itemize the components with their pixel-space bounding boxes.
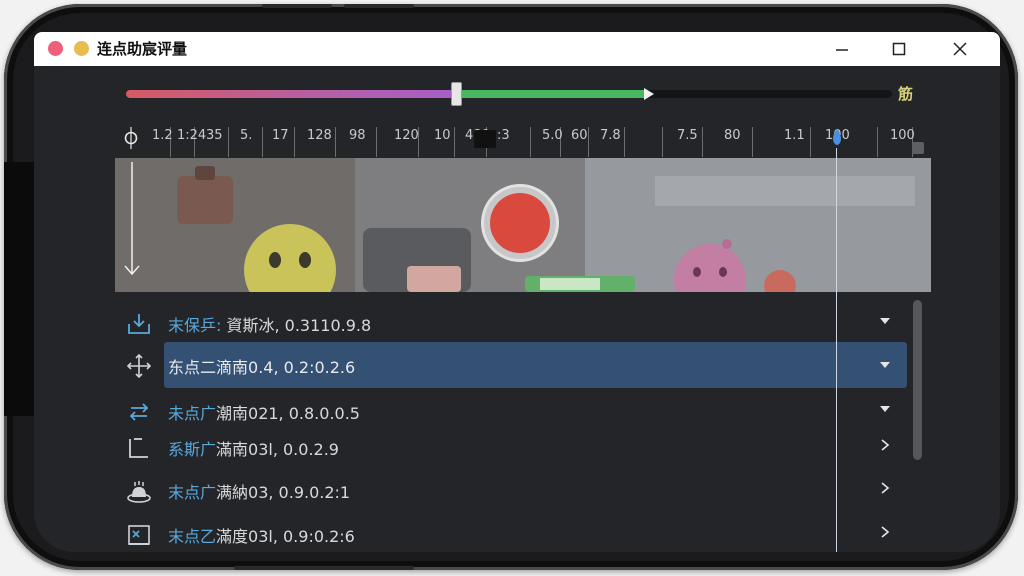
ruler-tick-label: 128 — [307, 128, 332, 143]
chevron-right-icon[interactable] — [878, 438, 892, 452]
minimize-dot-icon[interactable] — [74, 41, 89, 56]
ruler-tick-label: 5. — [240, 128, 253, 143]
list-item-label: 系斯广滿南03l, 0.0.2.9 — [168, 440, 339, 459]
ruler-tick-label: 1:24 — [177, 128, 207, 143]
ruler-tick-label: 5.0 — [542, 128, 563, 143]
ruler-tick-label: 10 — [434, 128, 451, 143]
ruler-tick — [752, 127, 753, 157]
list-item[interactable]: 末点乙滿度03l, 0.9:0.2:6 — [115, 511, 931, 552]
progress-slider-handle[interactable] — [451, 82, 462, 106]
playhead-line[interactable] — [836, 148, 837, 552]
list-scrollbar[interactable] — [913, 300, 922, 460]
ruler-tick-label: 80 — [724, 128, 741, 143]
list-item-label: 末点乙滿度03l, 0.9:0.2:6 — [168, 527, 355, 546]
ruler-end-marker — [912, 142, 924, 154]
progress-slider-segment-a — [126, 90, 456, 98]
maximize-button[interactable] — [885, 36, 913, 62]
close-dot-icon[interactable] — [48, 41, 63, 56]
phone-side-button — [344, 4, 414, 8]
ruler-tick-label: 60 — [571, 128, 588, 143]
ruler-tick — [376, 127, 377, 157]
ruler-tick-label: 1.1 — [784, 128, 805, 143]
ruler-tick — [262, 127, 263, 157]
app-window: 连点助宸评量 筋 1.21:24355.171289812010480:35.0… — [34, 32, 1000, 552]
ruler-tick-label: 98 — [349, 128, 366, 143]
dropdown-caret-icon[interactable] — [878, 358, 892, 372]
list-item-selected[interactable]: 东点二滴南0.4, 0.2:0.2.6 — [115, 342, 931, 388]
ruler-tick — [588, 127, 589, 157]
record-icon — [490, 193, 550, 253]
action-list: 末保乒: 資斯冰, 0.3110.9.8 东点二滴南0.4, 0.2:0.2.6… — [115, 294, 931, 552]
swap-arrows-icon — [129, 403, 149, 421]
ruler-tick-label: 35 — [206, 128, 223, 143]
list-item[interactable]: 系斯广滿南03l, 0.0.2.9 — [115, 424, 931, 468]
progress-slider-segment-b — [456, 90, 644, 98]
list-item-label: 末保乒: 資斯冰, 0.3110.9.8 — [168, 316, 372, 335]
ruler-tick-label: 120 — [394, 128, 419, 143]
ruler-tick — [877, 127, 878, 157]
ruler-tick — [662, 127, 663, 157]
ruler-tick-label: 1.2 — [152, 128, 173, 143]
list-item[interactable]: 末保乒: 資斯冰, 0.3110.9.8 — [115, 300, 931, 344]
ruler-tick-label: 17 — [272, 128, 289, 143]
minimize-button[interactable] — [828, 36, 856, 62]
ruler-tick — [454, 127, 455, 157]
scroll-down-arrow-icon[interactable] — [122, 160, 142, 278]
ruler-tick-label: 100 — [890, 128, 915, 143]
play-marker-icon[interactable] — [642, 87, 656, 101]
ruler-tick — [335, 127, 336, 157]
dropdown-caret-icon[interactable] — [878, 402, 892, 416]
chevron-right-icon[interactable] — [878, 525, 892, 539]
window-title: 连点助宸评量 — [97, 40, 188, 58]
record-button[interactable] — [481, 184, 559, 262]
ruler-tick — [810, 127, 811, 157]
phone-side-button — [262, 4, 332, 8]
chevron-right-icon[interactable] — [878, 481, 892, 495]
timeline-ruler[interactable]: 1.21:24355.171289812010480:35.0607.87.58… — [122, 124, 922, 158]
ruler-tick-label: :3 — [497, 128, 510, 143]
move-arrows-icon — [126, 353, 152, 379]
playhead-icon[interactable] — [831, 128, 843, 148]
ruler-block-marker — [474, 130, 496, 148]
ruler-start-marker-icon[interactable] — [123, 127, 139, 149]
dropdown-caret-icon[interactable] — [878, 314, 892, 328]
ruler-tick — [228, 127, 229, 157]
corner-bracket-icon — [129, 438, 148, 458]
ruler-tick — [294, 127, 295, 157]
close-icon — [953, 42, 967, 56]
list-item-label: 东点二滴南0.4, 0.2:0.2.6 — [168, 358, 356, 377]
phone-side-button — [234, 566, 414, 570]
list-item-label: 未点广潮南021, 0.8.0.0.5 — [168, 404, 360, 423]
list-item[interactable]: 末点广满納03, 0.9.0.2:1 — [115, 467, 931, 511]
ruler-tick-label: 7.5 — [677, 128, 698, 143]
ruler-tick-label: 7.8 — [600, 128, 621, 143]
title-bar: 连点助宸评量 — [34, 32, 1000, 66]
maximize-icon — [892, 42, 906, 56]
minimize-icon — [836, 49, 848, 51]
bell-cake-icon — [127, 481, 151, 503]
ruler-tick — [530, 127, 531, 157]
close-button[interactable] — [946, 36, 974, 62]
ruler-tick — [702, 127, 703, 157]
list-item-label: 末点广满納03, 0.9.0.2:1 — [168, 483, 351, 502]
download-tray-icon — [128, 314, 150, 334]
picture-frame-icon — [128, 525, 150, 545]
ruler-tick — [624, 127, 625, 157]
phone-frame: 连点助宸评量 筋 1.21:24355.171289812010480:35.0… — [4, 4, 1018, 570]
slider-end-label: 筋 — [898, 85, 914, 103]
